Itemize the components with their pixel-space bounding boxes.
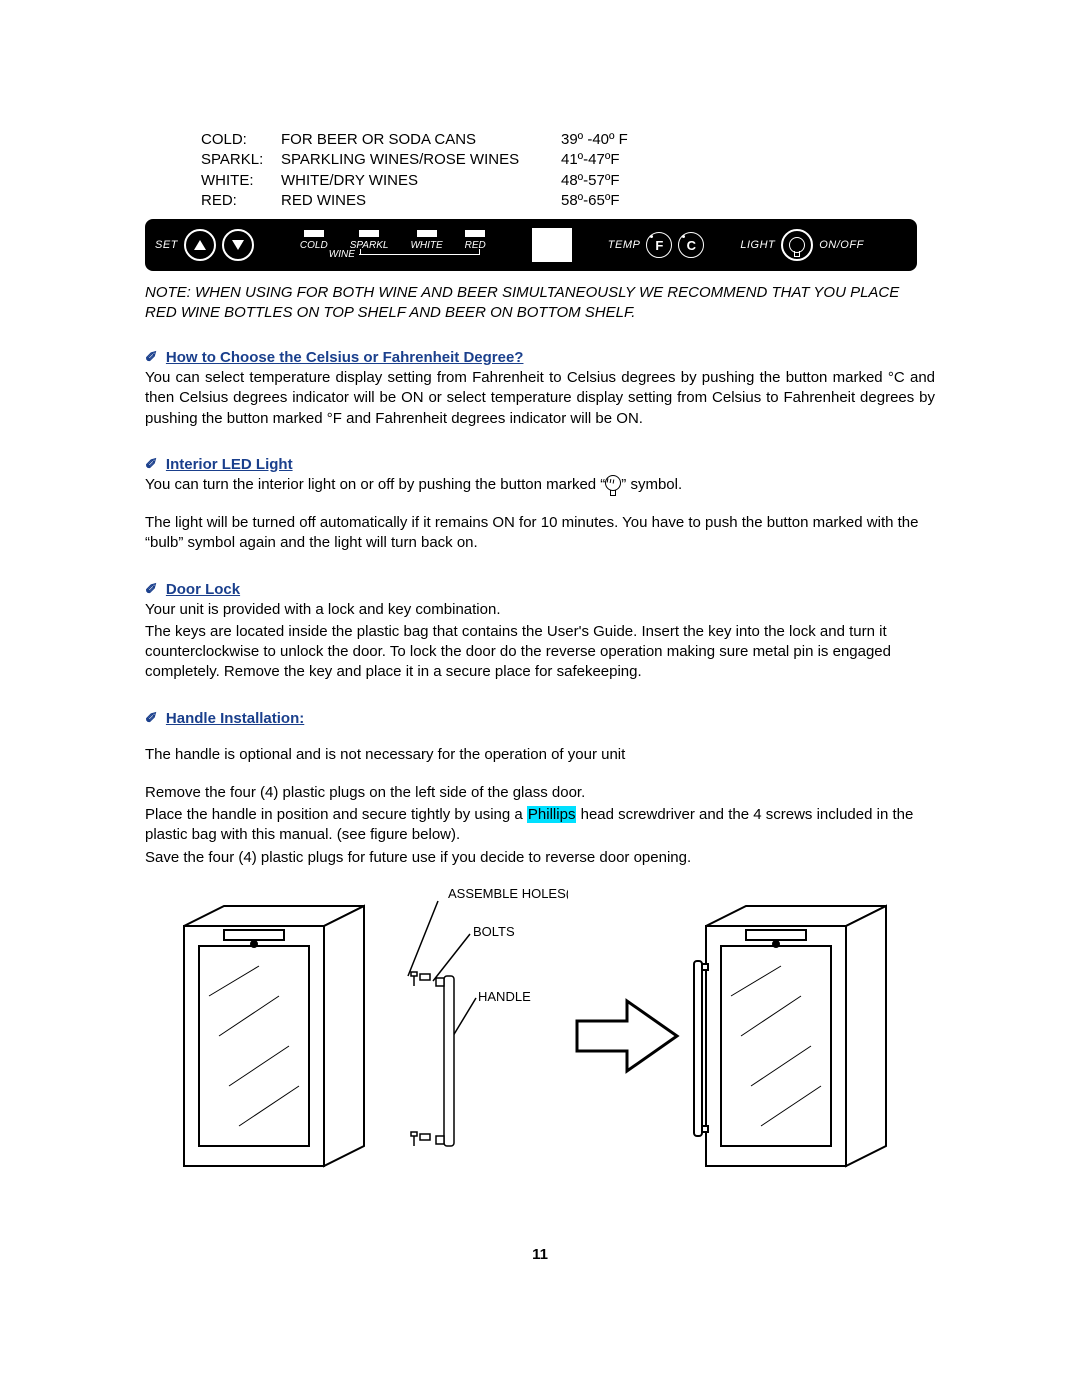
mode-desc: FOR BEER OR SODA CANS: [281, 130, 561, 150]
mode-desc: SPARKLING WINES/ROSE WINES: [281, 150, 561, 170]
usage-note: NOTE: WHEN USING FOR BOTH WINE AND BEER …: [145, 283, 935, 322]
control-panel-diagram: SET COLD SPARKL WHITE RED WINE TEMP F C …: [145, 219, 917, 271]
section-head-handle: Handle Installation:: [145, 709, 935, 727]
mode-cold: COLD: [300, 230, 328, 251]
onoff-label: ON/OFF: [819, 239, 864, 251]
section-body: The keys are located inside the plastic …: [145, 622, 935, 683]
section-head-led: Interior LED Light: [145, 455, 935, 473]
text-fragment: Place the handle in position and secure …: [145, 806, 527, 823]
text-fragment: ” symbol.: [621, 476, 682, 493]
set-label: SET: [155, 239, 178, 251]
svg-text:BOLTS: BOLTS: [473, 924, 515, 939]
temp-label: TEMP: [608, 239, 641, 251]
mode-range: 48º-57ºF: [561, 171, 661, 191]
arrow-right-icon: [572, 991, 682, 1081]
section-head-lock: Door Lock: [145, 580, 935, 598]
arrow-down-icon: [222, 229, 254, 261]
mode-desc: WHITE/DRY WINES: [281, 171, 561, 191]
section-head-celsius: How to Choose the Celsius or Fahrenheit …: [145, 348, 935, 366]
bulb-icon: [605, 475, 621, 491]
mode-label: RED:: [201, 191, 281, 211]
section-body: Place the handle in position and secure …: [145, 805, 935, 846]
mode-range: 58º-65ºF: [561, 191, 661, 211]
mode-white: WHITE: [410, 230, 442, 251]
mode-label: SPARKL:: [201, 150, 281, 170]
bulb-icon: [781, 229, 813, 261]
svg-text:ASSEMBLE HOLES(4): ASSEMBLE HOLES(4): [448, 886, 568, 901]
section-body: The light will be turned off automatical…: [145, 513, 935, 554]
mode-range: 39º -40º F: [561, 130, 661, 150]
text-fragment: You can turn the interior light on or of…: [145, 476, 605, 493]
table-row: RED: RED WINES 58º-65ºF: [201, 191, 935, 211]
temperature-table: COLD: FOR BEER OR SODA CANS 39º -40º F S…: [201, 130, 935, 211]
mode-label: WHITE:: [201, 171, 281, 191]
section-body: Your unit is provided with a lock and ke…: [145, 600, 935, 620]
highlighted-term: Phillips: [527, 806, 577, 823]
celsius-icon: C: [678, 232, 704, 258]
mode-label: COLD:: [201, 130, 281, 150]
fridge-before-icon: [164, 886, 394, 1186]
table-row: COLD: FOR BEER OR SODA CANS 39º -40º F: [201, 130, 935, 150]
display-screen: [532, 228, 572, 262]
wine-label: WINE: [329, 249, 355, 260]
fridge-after-icon: [686, 886, 916, 1186]
fahrenheit-icon: F: [646, 232, 672, 258]
handle-parts-icon: ASSEMBLE HOLES(4) BOLTS HANDLE: [398, 886, 568, 1186]
mode-sparkl: SPARKL: [350, 230, 389, 251]
page-number: 11: [145, 1246, 935, 1263]
arrow-up-icon: [184, 229, 216, 261]
mode-range: 41º-47ºF: [561, 150, 661, 170]
mode-red: RED: [465, 230, 486, 251]
section-body: Remove the four (4) plastic plugs on the…: [145, 783, 935, 803]
light-label: LIGHT: [740, 239, 775, 251]
manual-page: COLD: FOR BEER OR SODA CANS 39º -40º F S…: [145, 0, 935, 1303]
section-body: The handle is optional and is not necess…: [145, 745, 935, 765]
section-body: Save the four (4) plastic plugs for futu…: [145, 848, 935, 868]
table-row: WHITE: WHITE/DRY WINES 48º-57ºF: [201, 171, 935, 191]
mode-desc: RED WINES: [281, 191, 561, 211]
mode-indicator-group: COLD SPARKL WHITE RED WINE: [300, 230, 486, 260]
handle-figure: ASSEMBLE HOLES(4) BOLTS HANDLE: [145, 886, 935, 1186]
section-body: You can select temperature display setti…: [145, 368, 935, 429]
section-body: You can turn the interior light on or of…: [145, 475, 935, 495]
table-row: SPARKL: SPARKLING WINES/ROSE WINES 41º-4…: [201, 150, 935, 170]
wine-bracket: [360, 249, 480, 255]
svg-text:HANDLE: HANDLE: [478, 989, 531, 1004]
